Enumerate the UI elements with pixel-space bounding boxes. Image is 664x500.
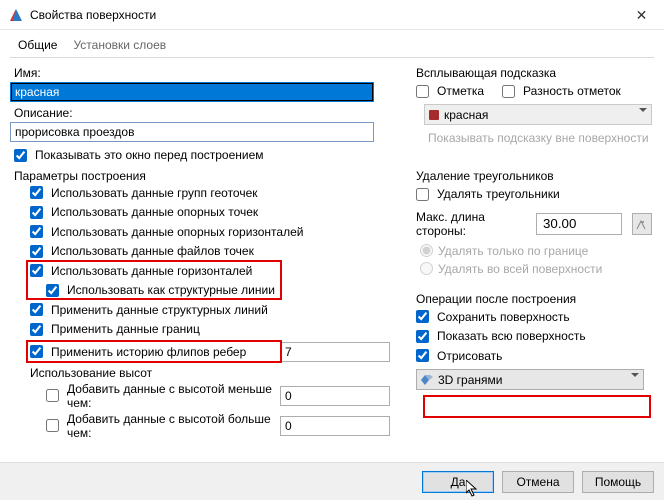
titlebar: Свойства поверхности ✕ [0,0,664,30]
name-label: Имя: [14,66,390,80]
pick-length-button[interactable] [632,213,652,235]
heights-title: Использование высот [30,366,390,380]
cb-save-surface[interactable]: Сохранить поверхность [416,310,570,324]
name-input[interactable] [10,82,374,102]
app-icon [8,7,24,23]
radio-all [420,262,433,275]
cb-as-struct-lines[interactable]: Использовать как структурные линии [46,283,275,297]
tab-strip: Общие Установки слоев [0,30,664,57]
cb-outside-disabled: Показывать подсказку вне поверхности [428,131,652,145]
cb-diff[interactable]: Разность отметок [502,84,621,98]
cb-struct-lines[interactable]: Применить данные структурных линий [30,303,268,317]
chevron-down-icon [639,108,647,112]
cb-show-before-build[interactable]: Показывать это окно перед построением [14,148,264,162]
cb-mark[interactable]: Отметка [416,84,484,98]
cb-group-points[interactable]: Использовать данные групп геоточек [30,186,258,200]
faces-icon [421,375,433,385]
max-side-input[interactable] [536,213,622,235]
tab-layers[interactable]: Установки слоев [65,34,174,57]
min-height-input[interactable] [280,386,390,406]
cb-show-before-build-box[interactable] [14,149,27,162]
radio-border [420,244,433,257]
dialog-footer: Да Отмена Помощь [0,462,664,500]
left-column: Имя: Описание: Показывать это окно перед… [10,62,390,442]
desc-label: Описание: [14,106,390,120]
cb-bounds[interactable]: Применить данные границ [30,322,200,336]
cb-horizontals[interactable]: Использовать данные горизонталей [30,264,252,278]
cb-draw[interactable]: Отрисовать [416,349,502,363]
tab-general[interactable]: Общие [10,34,65,57]
tooltip-surface-dropdown[interactable]: красная [424,104,652,125]
build-params-title: Параметры построения [14,169,390,183]
cb-delete-triangles[interactable]: Удалять треугольники [416,187,560,201]
draw-mode-dropdown[interactable]: 3D гранями [416,369,644,390]
cb-show-all-surface[interactable]: Показать всю поверхность [416,329,586,343]
max-height-input[interactable] [280,416,390,436]
cancel-button[interactable]: Отмена [502,471,574,493]
cb-ref-points[interactable]: Использовать данные опорных точек [30,205,258,219]
cb-flips[interactable]: Применить историю флипов ребер [30,345,246,359]
chevron-down-icon [631,373,639,377]
right-column: Всплывающая подсказка Отметка Разность о… [416,62,652,442]
desc-input[interactable] [10,122,374,142]
surface-color-swatch [429,110,439,120]
pick-icon [636,218,648,230]
cb-add-min-height[interactable]: Добавить данные с высотой меньше чем: [46,382,272,410]
ok-button[interactable]: Да [422,471,494,493]
window-title: Свойства поверхности [30,8,619,22]
ops-title: Операции после построения [416,292,652,306]
flips-count-input[interactable] [280,342,390,362]
help-button[interactable]: Помощь [582,471,654,493]
cb-ref-horizontals[interactable]: Использовать данные опорных горизонталей [30,225,303,239]
close-button[interactable]: ✕ [619,0,664,30]
del-tri-title: Удаление треугольников [416,169,652,183]
cb-add-max-height[interactable]: Добавить данные с высотой больше чем: [46,412,272,440]
cb-point-files[interactable]: Использовать данные файлов точек [30,244,254,258]
tooltip-title: Всплывающая подсказка [416,66,652,80]
max-side-label: Макс. длина стороны: [416,210,526,238]
